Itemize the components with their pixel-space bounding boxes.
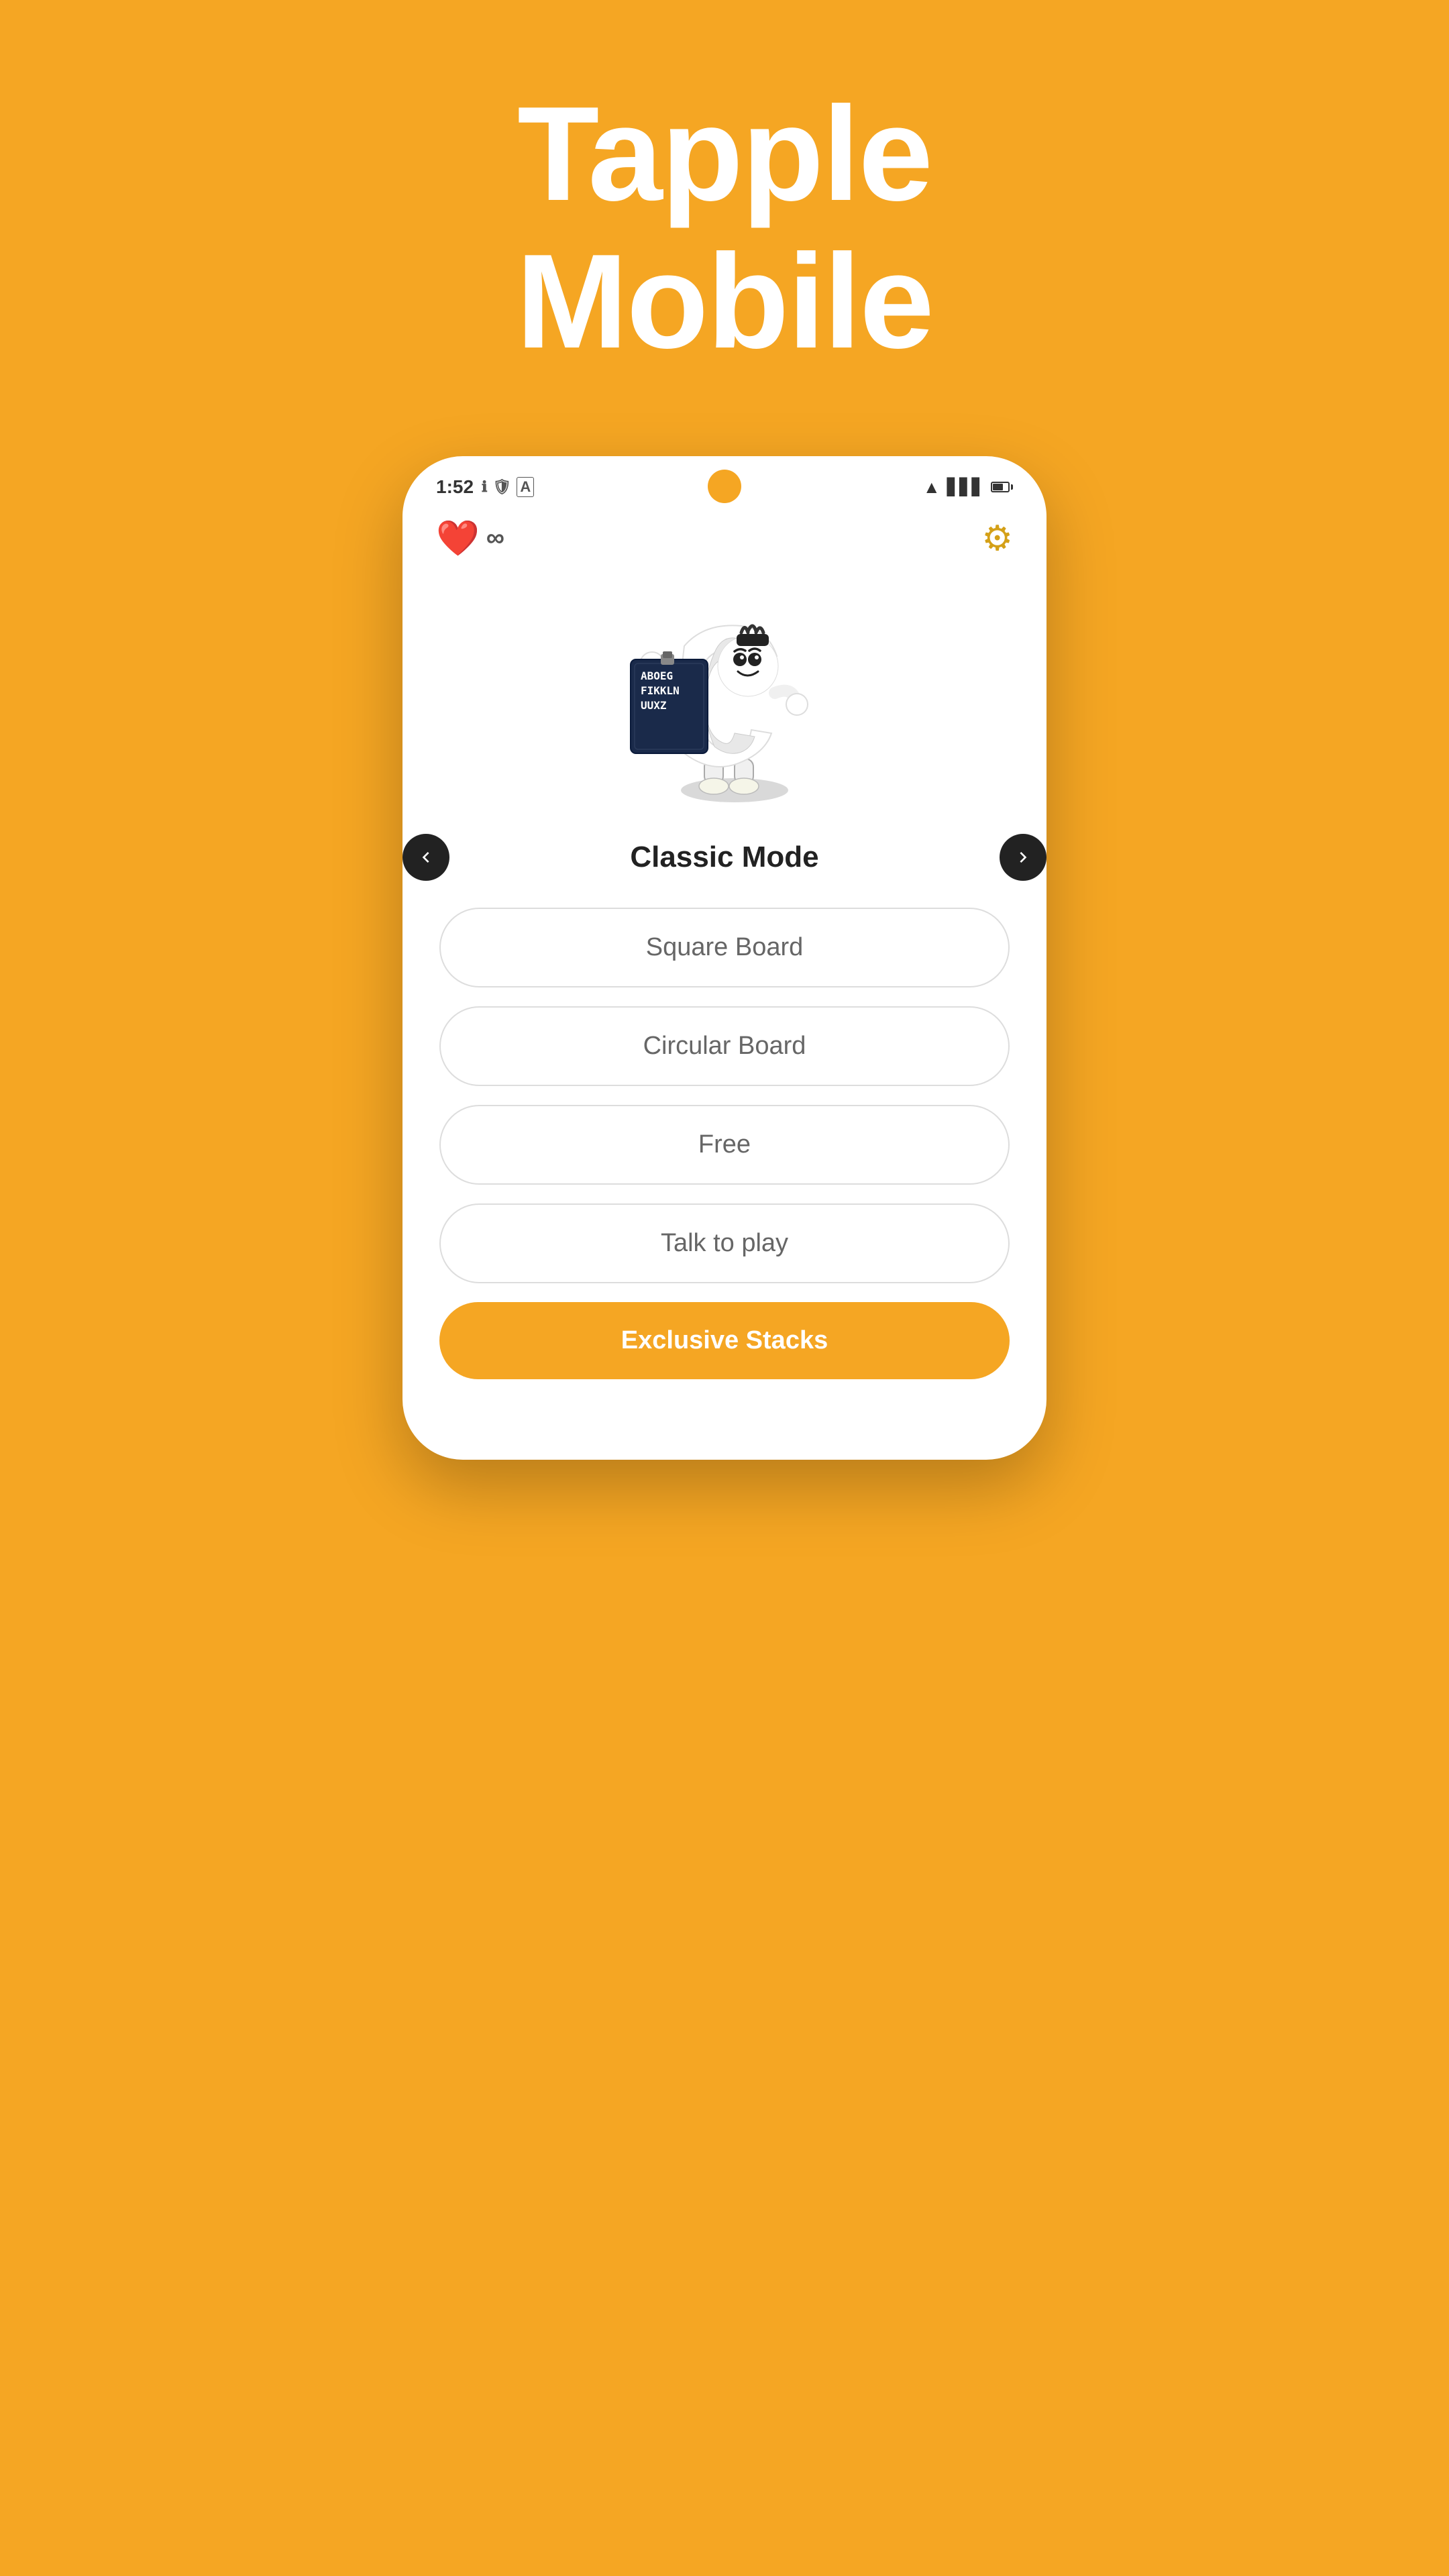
- exclusive-stacks-button[interactable]: Exclusive Stacks: [439, 1302, 1010, 1379]
- wifi-icon: ▲: [923, 477, 941, 498]
- svg-text:FIKKLN: FIKKLN: [641, 684, 680, 697]
- top-bar: ❤️ ∞ ⚙: [402, 504, 1046, 566]
- lives-display: ❤️ ∞: [436, 518, 504, 559]
- time-display: 1:52: [436, 476, 474, 498]
- heart-icon: ❤️: [436, 518, 480, 559]
- free-button[interactable]: Free: [439, 1105, 1010, 1185]
- mode-title: Classic Mode: [476, 841, 973, 874]
- shield-icon: 🛡: [492, 478, 511, 496]
- prev-mode-button[interactable]: [402, 834, 449, 881]
- mascot-area: ABOEG FIKKLN UUXZ: [402, 566, 1046, 820]
- talk-to-play-button[interactable]: Talk to play: [439, 1203, 1010, 1283]
- circular-board-button[interactable]: Circular Board: [439, 1006, 1010, 1086]
- mode-selector: Classic Mode: [402, 834, 1046, 881]
- square-board-button[interactable]: Square Board: [439, 908, 1010, 987]
- svg-text:ABOEG: ABOEG: [641, 669, 673, 682]
- settings-gear-icon[interactable]: ⚙: [981, 519, 1013, 559]
- status-bar: 1:52 ℹ 🛡 A ▲ ▋▋▋: [402, 456, 1046, 504]
- signal-icon: ▋▋▋: [947, 478, 984, 497]
- alpha-icon: A: [517, 477, 534, 497]
- menu-buttons: Square Board Circular Board Free Talk to…: [402, 908, 1046, 1406]
- lives-count: ∞: [486, 524, 504, 553]
- app-title: Tapple Mobile: [516, 80, 932, 376]
- battery-icon: [991, 482, 1013, 492]
- svg-text:UUXZ: UUXZ: [641, 699, 667, 712]
- mascot-image: ABOEG FIKKLN UUXZ: [617, 592, 832, 807]
- next-mode-button[interactable]: [1000, 834, 1046, 881]
- info-icon: ℹ: [482, 478, 487, 496]
- camera-notch: [708, 470, 741, 503]
- phone-frame: 1:52 ℹ 🛡 A ▲ ▋▋▋ ❤️ ∞ ⚙: [402, 456, 1046, 1460]
